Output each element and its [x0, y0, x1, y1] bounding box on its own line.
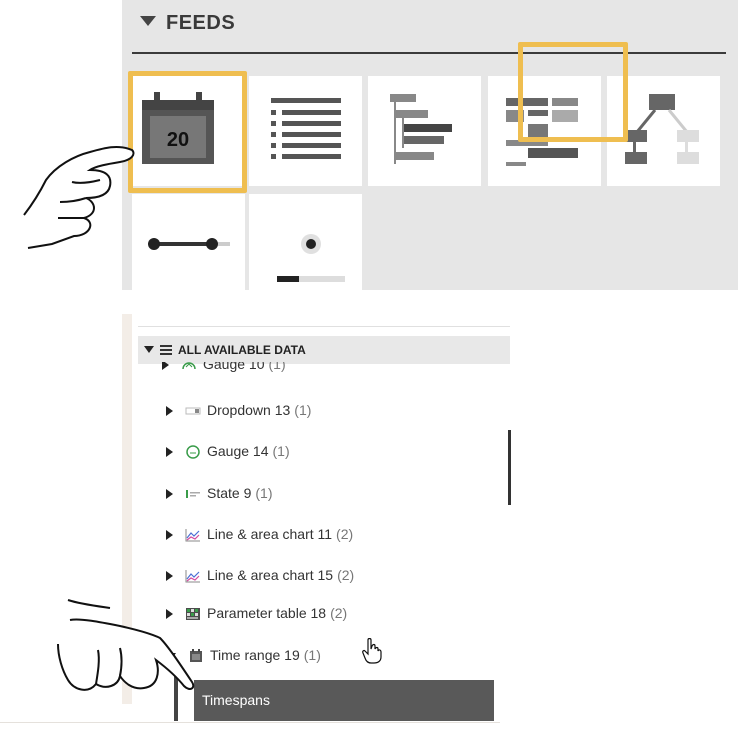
tree-item-label: Parameter table 18 — [207, 605, 327, 621]
dropdown-icon — [185, 407, 201, 415]
tree-item-count: (1) — [303, 647, 321, 663]
tree-header-label: ALL AVAILABLE DATA — [178, 343, 306, 357]
line-chart-icon — [185, 570, 200, 583]
collapse-triangle-icon[interactable] — [144, 346, 154, 353]
state-icon — [186, 490, 200, 499]
tile-tree[interactable] — [368, 76, 481, 186]
tree-item-count: (1) — [294, 402, 312, 418]
slider-icon — [277, 234, 345, 282]
feeds-divider — [132, 52, 726, 54]
all-available-data-header[interactable]: ALL AVAILABLE DATA — [138, 336, 510, 364]
tree-item-dropdown-13[interactable]: Dropdown 13 (1) — [166, 402, 311, 424]
tree-child-label: Timespans — [202, 692, 270, 708]
bottom-divider — [0, 722, 500, 723]
tree-item-count: (2) — [330, 605, 348, 621]
tree-item-state-9[interactable]: State 9 (1) — [166, 485, 273, 507]
expand-triangle-icon[interactable] — [166, 530, 173, 541]
tree-top-divider — [138, 314, 510, 327]
tree-item-label: Line & area chart 11 — [207, 526, 333, 542]
tile-range-slider[interactable] — [132, 194, 245, 290]
list-icon — [271, 98, 341, 159]
scrollbar[interactable] — [508, 430, 511, 505]
tile-slider[interactable] — [249, 194, 362, 290]
expand-triangle-icon[interactable] — [162, 362, 169, 371]
gauge-icon — [186, 445, 200, 460]
highlight-box — [518, 42, 628, 142]
pointing-hand-icon — [0, 110, 140, 260]
feeds-title: FEEDS — [166, 12, 236, 34]
tile-list[interactable] — [249, 76, 362, 186]
expand-triangle-icon[interactable] — [166, 447, 173, 458]
tree-child-timespans[interactable]: Timespans — [194, 680, 494, 721]
tree-item-label: Gauge 14 — [207, 443, 269, 459]
tree-item-count: (2) — [337, 567, 355, 583]
expand-triangle-icon[interactable] — [166, 406, 173, 417]
pointing-hand-icon — [40, 590, 200, 715]
tree-item-gauge-14[interactable]: Gauge 14 (1) — [166, 443, 290, 465]
tree-item-label: Time range 19 — [210, 647, 300, 663]
highlight-box — [128, 71, 247, 193]
range-slider-icon — [148, 238, 230, 250]
tree-item-label: Gauge 10 — [203, 362, 265, 372]
tree-item-gauge-10[interactable]: Gauge 10 (1) — [162, 362, 286, 374]
tree-item-count: (1) — [255, 485, 273, 501]
tree-item-label: Dropdown 13 — [207, 402, 291, 418]
tree-item-count: (2) — [336, 526, 354, 542]
tree-item-line-area-chart-15[interactable]: Line & area chart 15 (2) — [166, 567, 354, 589]
tree-item-label: State 9 — [207, 485, 252, 501]
tree-item-count: (1) — [272, 443, 290, 459]
expand-triangle-icon[interactable] — [166, 489, 173, 500]
tree-item-line-area-chart-11[interactable]: Line & area chart 11 (2) — [166, 526, 353, 548]
line-chart-icon — [185, 529, 200, 542]
cursor-hand-icon — [362, 637, 382, 664]
gauge-icon — [182, 362, 196, 370]
feeds-header[interactable]: FEEDS — [122, 0, 738, 52]
collapse-triangle-icon[interactable] — [140, 16, 156, 26]
tree-item-label: Line & area chart 15 — [207, 567, 334, 583]
tree-icon — [390, 94, 452, 164]
menu-lines-icon — [160, 345, 172, 355]
expand-triangle-icon[interactable] — [166, 571, 173, 582]
tree-item-count: (1) — [268, 362, 286, 372]
